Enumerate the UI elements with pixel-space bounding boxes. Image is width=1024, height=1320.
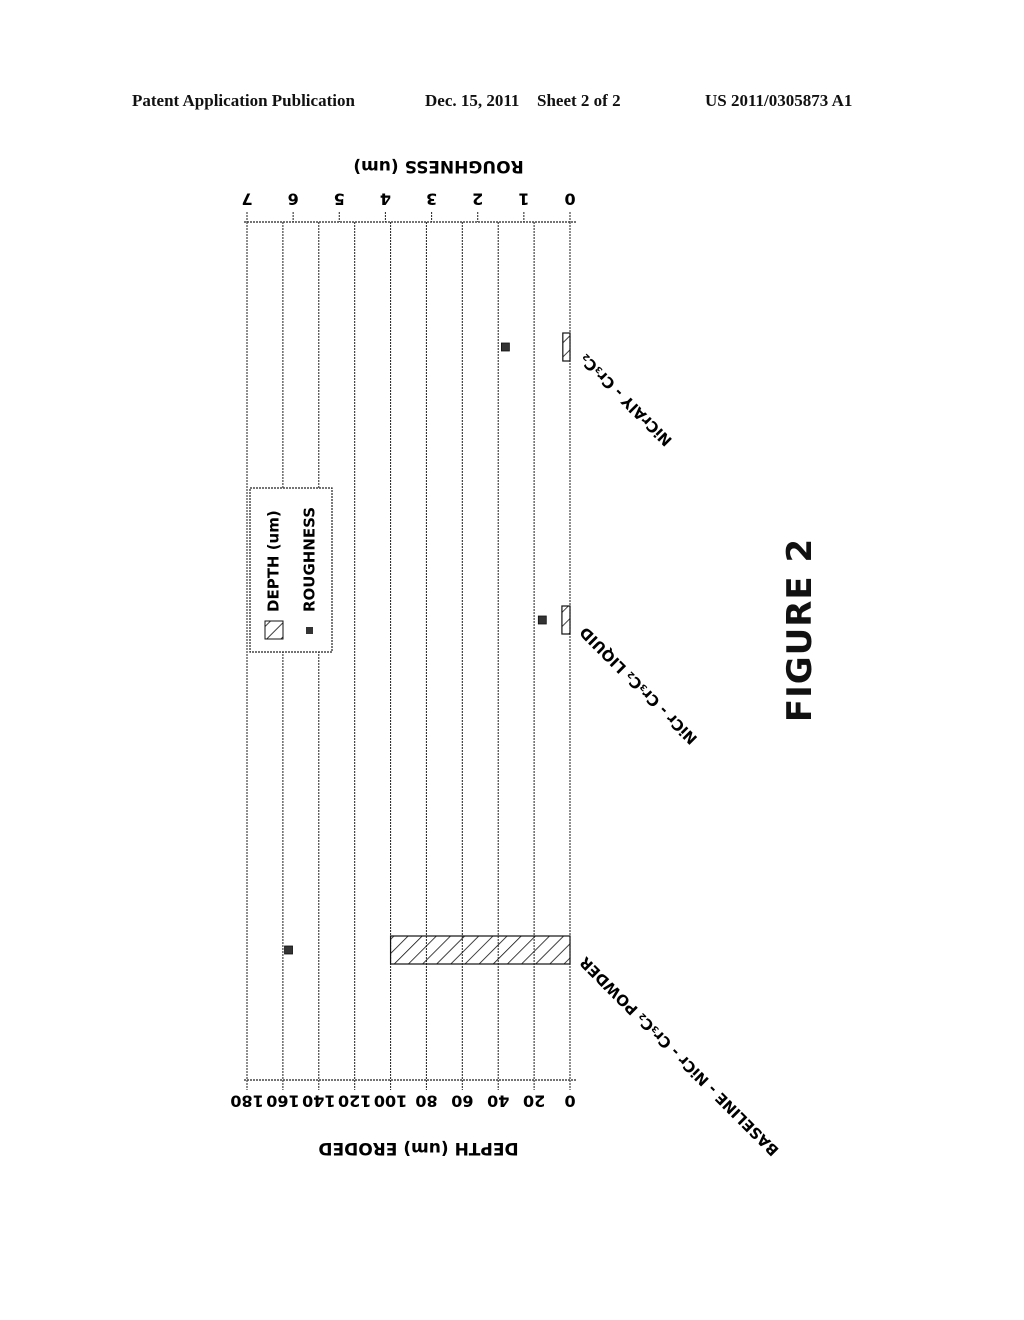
secondary-tick-label: 5 — [334, 190, 345, 209]
secondary-tick-label: 2 — [472, 190, 483, 209]
primary-tick-label: 180 — [230, 1092, 263, 1111]
legend-box — [249, 487, 333, 653]
legend-depth-swatch — [264, 620, 284, 640]
depth-bar — [562, 332, 571, 362]
secondary-tick-label: 0 — [564, 190, 575, 209]
primary-tick-label: 0 — [564, 1092, 575, 1111]
category-label: BASELINE - NiCr - Cr₃C₂ POWDER — [576, 953, 783, 1160]
category-label: NiCr - Cr₃C₂ LIQUID — [576, 623, 701, 748]
primary-axis-title: DEPTH (um) ERODED — [318, 1138, 518, 1158]
depth-bar — [389, 935, 571, 965]
primary-tick-label: 20 — [523, 1092, 545, 1111]
secondary-tick-label: 4 — [380, 190, 391, 209]
primary-tick-label: 80 — [415, 1092, 437, 1111]
legend-depth-label: DEPTH (um) — [265, 510, 283, 612]
figure-label: FIGURE 2 — [780, 537, 820, 723]
primary-tick-label: 140 — [302, 1092, 335, 1111]
primary-tick-label: 100 — [374, 1092, 407, 1111]
roughness-marker — [284, 945, 293, 955]
secondary-tick-label: 6 — [288, 190, 299, 209]
roughness-marker — [537, 615, 547, 625]
legend-roughness-label: ROUGHNESS — [301, 507, 319, 612]
depth-bar — [561, 605, 571, 635]
primary-tick-label: 120 — [338, 1092, 371, 1111]
secondary-tick-label: 3 — [426, 190, 437, 209]
legend-roughness-swatch — [306, 627, 313, 634]
primary-tick-label: 40 — [487, 1092, 509, 1111]
secondary-tick-label: 1 — [518, 190, 529, 209]
chart: 0 20 40 60 80 100120140160180 0 1 2 3 4 5 6 7 DEPTH (u… — [230, 156, 783, 1160]
roughness-marker — [500, 342, 510, 352]
primary-tick-label: 60 — [451, 1092, 473, 1111]
secondary-axis-title: ROUGHNESS (um) — [353, 156, 523, 176]
primary-tick-label: 160 — [266, 1092, 299, 1111]
secondary-tick-label: 7 — [241, 190, 252, 209]
category-label: NiCrAlY - Cr₃C₂ — [576, 350, 676, 450]
